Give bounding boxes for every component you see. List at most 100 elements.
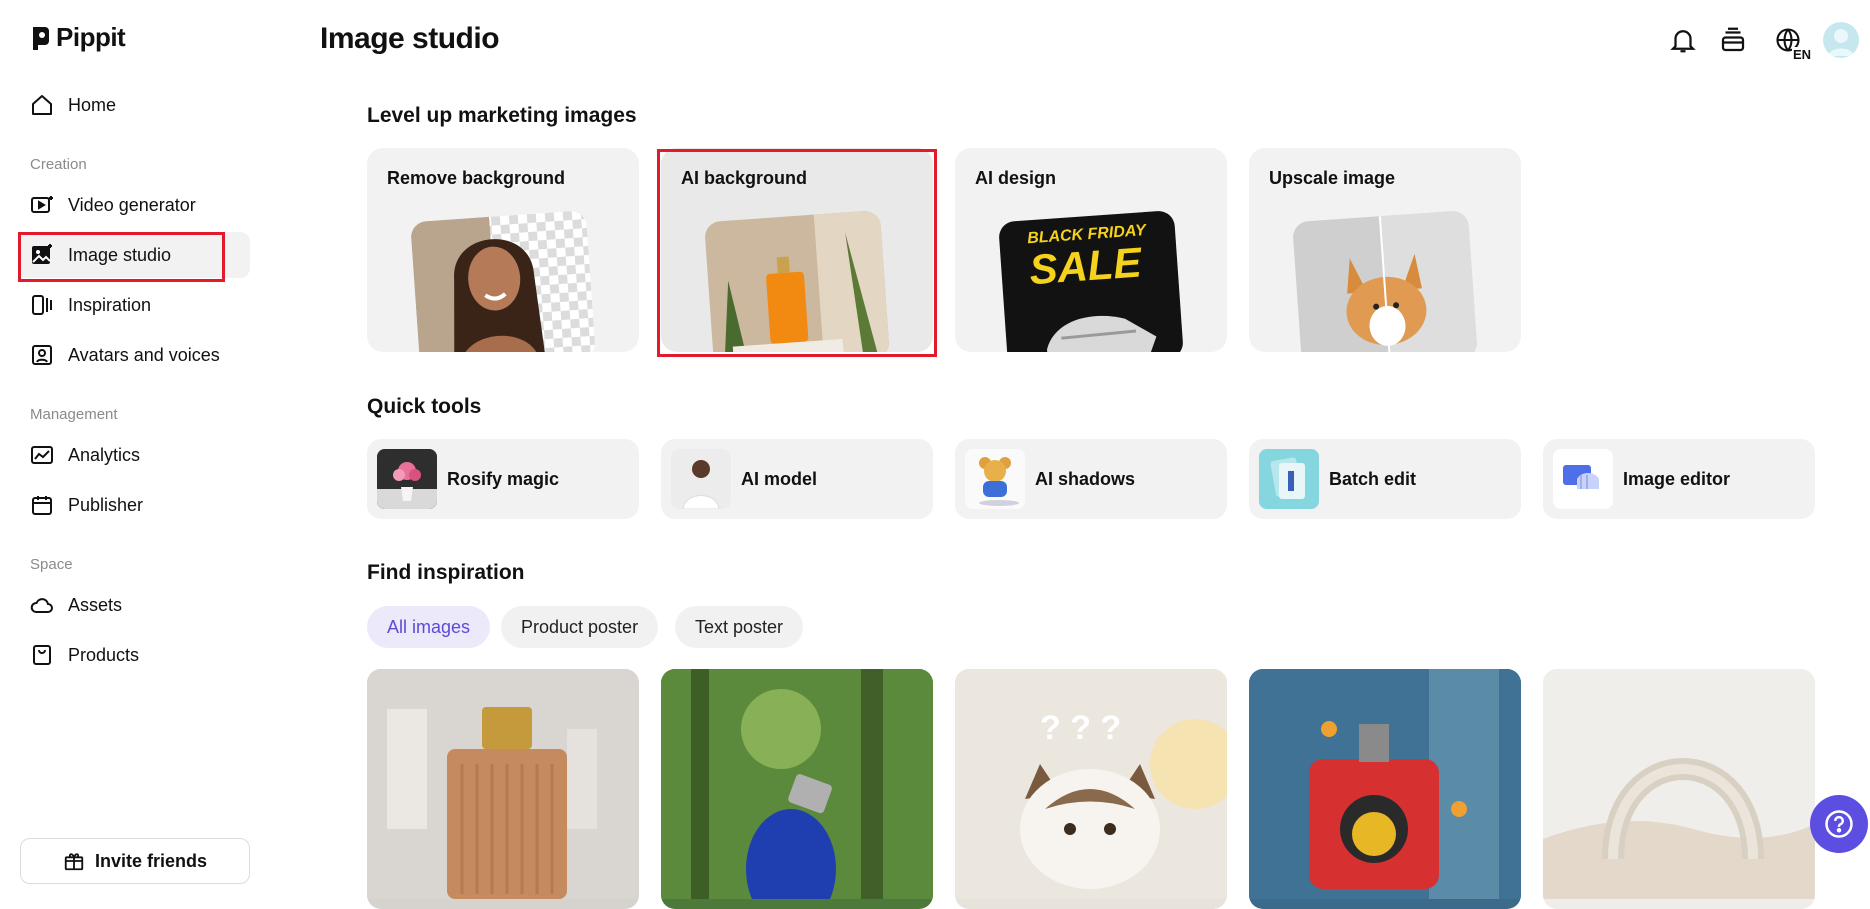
sidebar-item-analytics[interactable]: Analytics	[18, 432, 250, 478]
feature-card-ai-design[interactable]: AI design BLACK FRIDAY SALE	[955, 148, 1227, 352]
bell-icon	[1670, 30, 1696, 53]
section-label-management: Management	[30, 406, 118, 423]
perfume-image-icon	[367, 669, 639, 899]
filter-chip-text-poster[interactable]: Text poster	[675, 606, 804, 648]
calendar-icon	[32, 496, 52, 515]
language-code: EN	[1791, 47, 1812, 62]
user-avatar[interactable]	[1823, 22, 1859, 58]
quick-tool-label: Rosify magic	[447, 468, 560, 489]
cat-image-icon: ? ? ?	[955, 669, 1227, 899]
invite-friends-label: Invite friends	[94, 850, 208, 871]
feature-card-label: AI design	[975, 168, 1057, 188]
sidebar-item-label: Avatars and voices	[68, 344, 220, 365]
flower-vase-icon	[377, 449, 437, 509]
batch-edit-thumbnail	[1259, 449, 1319, 509]
language-button[interactable]: EN	[1766, 22, 1812, 62]
stacked-photos-icon	[1259, 449, 1319, 509]
sidebar-item-image-studio[interactable]: Image studio	[18, 232, 250, 278]
section-title-find-inspiration: Find inspiration	[367, 561, 525, 584]
quick-tool-label: AI model	[741, 468, 818, 489]
invite-friends-button[interactable]: Invite friends	[20, 838, 250, 884]
person-icon	[671, 449, 731, 509]
sidebar-item-assets[interactable]: Assets	[18, 582, 250, 628]
inspiration-card-cat[interactable]: ? ? ?	[955, 669, 1227, 909]
image-studio-icon	[32, 244, 52, 264]
inspiration-icon	[32, 295, 52, 315]
gift-icon	[64, 853, 84, 871]
sidebar-item-video-generator[interactable]: Video generator	[18, 182, 250, 228]
feature-card-remove-background[interactable]: Remove background	[367, 148, 639, 352]
brand-name: Pippit	[56, 22, 126, 52]
sidebar-item-inspiration[interactable]: Inspiration	[18, 282, 250, 328]
rosify-thumbnail	[377, 449, 437, 509]
remove-background-preview	[410, 210, 596, 352]
ai-model-thumbnail	[671, 449, 731, 509]
sidebar-item-label: Inspiration	[68, 294, 152, 315]
products-icon	[33, 645, 51, 665]
section-label-creation: Creation	[30, 156, 87, 173]
feature-card-label: Remove background	[387, 168, 566, 188]
sidebar-item-avatars-voices[interactable]: Avatars and voices	[18, 332, 250, 378]
sidebar-item-label: Image studio	[68, 244, 172, 265]
filter-chip-product-poster[interactable]: Product poster	[501, 606, 659, 648]
section-title-level-up: Level up marketing images	[367, 104, 637, 127]
svg-text:? ? ?: ? ? ?	[1040, 709, 1121, 747]
sidebar-item-label: Video generator	[68, 194, 196, 215]
cloud-icon	[30, 598, 53, 613]
image-editor-thumbnail	[1553, 449, 1613, 509]
teddy-bear-icon	[965, 449, 1025, 509]
avatar-icon	[1828, 29, 1854, 56]
quick-tool-label: Image editor	[1623, 468, 1731, 489]
feature-card-ai-background[interactable]: AI background	[661, 148, 933, 352]
quick-tool-label: AI shadows	[1035, 468, 1136, 489]
sneaker-icon	[1047, 315, 1157, 352]
perfume-bottle-icon	[704, 210, 890, 352]
page-title: Image studio	[320, 22, 500, 55]
corgi-icon	[1292, 210, 1478, 352]
quick-tool-rosify-magic[interactable]: Rosify magic	[367, 439, 639, 519]
avatar-icon	[32, 345, 52, 365]
ai-shadows-thumbnail	[965, 449, 1025, 509]
subscription-button[interactable]	[1715, 22, 1751, 58]
sidebar-item-label: Analytics	[68, 444, 141, 465]
sidebar-item-home[interactable]: Home	[18, 82, 250, 128]
quick-tool-image-editor[interactable]: Image editor	[1543, 439, 1815, 519]
quick-tool-batch-edit[interactable]: Batch edit	[1249, 439, 1521, 519]
quick-tool-label: Batch edit	[1329, 468, 1417, 489]
feature-card-label: AI background	[681, 168, 808, 188]
inspiration-card-machine[interactable]	[1249, 669, 1521, 909]
sidebar-item-label: Products	[68, 644, 140, 665]
woman-portrait-icon	[454, 239, 547, 352]
sidebar-item-label: Home	[68, 94, 117, 115]
notifications-button[interactable]	[1665, 22, 1701, 58]
home-icon	[32, 95, 52, 115]
ai-background-preview	[704, 210, 890, 352]
quick-tool-ai-model[interactable]: AI model	[661, 439, 933, 519]
feature-card-label: Upscale image	[1269, 168, 1396, 188]
analytics-icon	[31, 446, 53, 464]
inspiration-card-perfume[interactable]	[367, 669, 639, 909]
stack-icon	[1721, 27, 1745, 52]
section-title-quick-tools: Quick tools	[367, 395, 482, 418]
sidebar-item-products[interactable]: Products	[18, 632, 250, 678]
headphones-image-icon	[1543, 669, 1815, 899]
ai-design-preview: BLACK FRIDAY SALE	[998, 210, 1184, 352]
inspiration-card-bottle[interactable]	[661, 669, 933, 909]
forest-bottle-image-icon	[661, 669, 933, 909]
image-editor-icon	[1553, 449, 1613, 509]
feature-card-upscale-image[interactable]: Upscale image	[1249, 148, 1521, 352]
upscale-image-preview	[1292, 210, 1478, 352]
sidebar-item-label: Publisher	[68, 494, 144, 515]
sidebar-item-label: Assets	[68, 594, 123, 615]
inspiration-card-headphones[interactable]	[1543, 669, 1815, 909]
filter-chip-all-images[interactable]: All images	[367, 606, 491, 648]
sidebar: Pippit Home Creation Video generator Ima…	[0, 0, 262, 899]
question-mark-icon	[1825, 810, 1853, 838]
coin-machine-image-icon	[1249, 669, 1521, 899]
pippit-logo[interactable]: Pippit	[30, 22, 126, 53]
quick-tool-ai-shadows[interactable]: AI shadows	[955, 439, 1227, 519]
video-generator-icon	[31, 196, 53, 213]
sidebar-item-publisher[interactable]: Publisher	[18, 482, 250, 528]
pippit-logo-icon	[33, 26, 49, 50]
help-button[interactable]	[1810, 795, 1868, 853]
